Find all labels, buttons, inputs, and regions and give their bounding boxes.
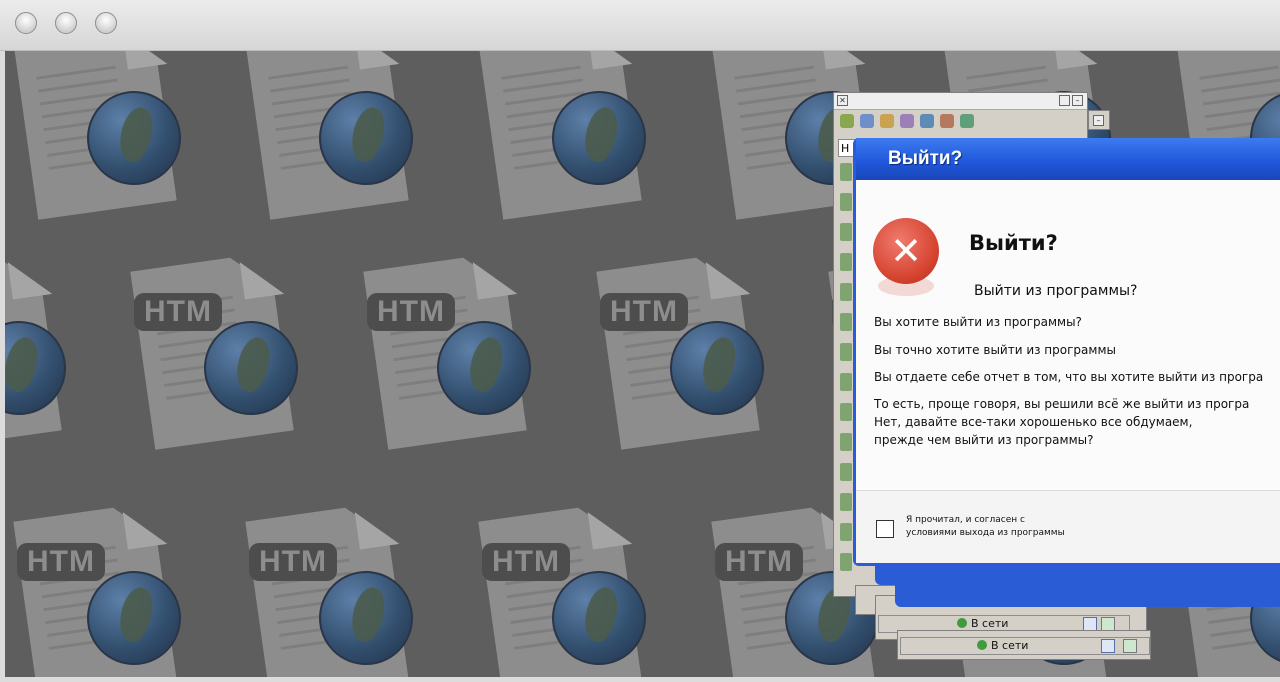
contact-list-toolbar — [834, 110, 1087, 132]
window-bottom-edge — [0, 677, 1280, 682]
page-fold — [706, 256, 751, 299]
globe-icon — [437, 321, 531, 415]
globe-icon — [87, 571, 181, 665]
dialog-line: Вы точно хотите выйти из программы — [874, 343, 1116, 357]
dialog-title: Выйти? — [888, 148, 963, 169]
contact-icon[interactable] — [840, 403, 852, 421]
page-fold — [240, 256, 285, 299]
htm-file-icon: HTM — [608, 261, 764, 446]
dialog-line: прежде чем выйти из программы? — [874, 433, 1094, 447]
htm-file-icon: HTM — [25, 511, 181, 677]
htm-file-icon — [25, 51, 181, 216]
page-fold — [355, 51, 400, 70]
globe-icon — [204, 321, 298, 415]
globe-icon — [319, 91, 413, 185]
contacts-icon[interactable] — [1101, 617, 1115, 631]
error-icon-reflection — [878, 276, 934, 296]
page-fold — [588, 51, 633, 70]
window-titlebar — [0, 0, 1280, 51]
page-fold — [821, 51, 866, 70]
htm-badge: HTM — [600, 293, 688, 331]
find-user-icon[interactable] — [940, 114, 954, 128]
calendar-icon[interactable] — [920, 114, 934, 128]
contact-list-titlebar: ✕ – — [834, 93, 1087, 110]
dialog-line: Вы отдаете себе отчет в том, что вы хоти… — [874, 370, 1264, 384]
dialog-heading: Выйти? — [969, 231, 1058, 255]
dialog-line: Нет, давайте все-таки хорошенько все обд… — [874, 415, 1193, 429]
agree-checkbox-label[interactable]: Я прочитал, и согласен с условиями выход… — [906, 514, 1065, 540]
minimize-window-button[interactable] — [55, 12, 77, 34]
htm-badge: HTM — [134, 293, 222, 331]
status-label: В сети — [991, 639, 1029, 652]
htm-badge: HTM — [482, 543, 570, 581]
status-label: В сети — [971, 617, 1009, 630]
contact-icon[interactable] — [840, 313, 852, 331]
status-button[interactable] — [1101, 639, 1115, 653]
files-icon[interactable] — [900, 114, 914, 128]
online-icon — [957, 618, 967, 628]
htm-file-icon: HTM — [257, 511, 413, 677]
contact-icon[interactable] — [840, 283, 852, 301]
contact-icon[interactable] — [840, 493, 852, 511]
status-row[interactable]: В сети — [900, 637, 1150, 655]
htm-file-icon — [257, 51, 413, 216]
close-window-button[interactable] — [15, 12, 37, 34]
zoom-window-button[interactable] — [95, 12, 117, 34]
close-icon[interactable]: ✕ — [837, 95, 848, 106]
agree-checkbox[interactable] — [876, 520, 894, 538]
minimize-icon[interactable]: – — [1072, 95, 1083, 106]
dialog-line: Вы хотите выйти из программы? — [874, 315, 1082, 329]
page-fold — [473, 256, 518, 299]
contact-icon[interactable] — [840, 433, 852, 451]
htm-file-icon: HTM — [375, 261, 531, 446]
status-button[interactable] — [1083, 617, 1097, 631]
page-fold — [123, 51, 168, 70]
minimize-icon[interactable]: – — [1093, 115, 1104, 126]
contact-icon[interactable] — [840, 223, 852, 241]
htm-file-icon: HTM — [142, 261, 298, 446]
contact-icon[interactable] — [840, 373, 852, 391]
page-fold — [355, 506, 400, 549]
htm-badge: HTM — [17, 543, 105, 581]
exit-dialog[interactable]: Выйти? ✕ Выйти? Выйти из программы? Вы х… — [853, 138, 1280, 566]
contact-icon[interactable] — [840, 163, 852, 181]
htm-file-icon — [490, 51, 646, 216]
dialog-titlebar: Выйти? — [856, 138, 1280, 180]
page-fold — [123, 506, 168, 549]
contact-icon[interactable] — [840, 343, 852, 361]
contact-icon[interactable] — [840, 523, 852, 541]
contact-icons-column — [840, 163, 854, 583]
page-fold — [8, 256, 53, 299]
globe-icon — [670, 321, 764, 415]
contacts-icon[interactable] — [840, 114, 854, 128]
htm-file-icon: HTM — [5, 261, 66, 446]
htm-badge: HTM — [249, 543, 337, 581]
restore-icon[interactable] — [1059, 95, 1070, 106]
contact-icon[interactable] — [840, 193, 852, 211]
contact-icon[interactable] — [840, 253, 852, 271]
contact-list-window-edge: – — [1088, 110, 1110, 130]
page-fold — [1053, 51, 1098, 70]
sound-icon[interactable] — [880, 114, 894, 128]
settings-icon[interactable] — [960, 114, 974, 128]
htm-badge: HTM — [367, 293, 455, 331]
globe-icon — [319, 571, 413, 665]
globe-icon — [552, 91, 646, 185]
globe-icon — [552, 571, 646, 665]
dialog-question: Выйти из программы? — [974, 283, 1138, 299]
dialog-line: То есть, проще говоря, вы решили всё же … — [874, 397, 1250, 411]
contact-icon[interactable] — [840, 553, 852, 571]
htm-file-icon: HTM — [490, 511, 646, 677]
history-icon[interactable] — [860, 114, 874, 128]
checkbox-label-line: Я прочитал, и согласен с — [906, 515, 1025, 525]
contacts-icon[interactable] — [1123, 639, 1137, 653]
htm-badge: HTM — [715, 543, 803, 581]
error-icon: ✕ — [873, 218, 939, 284]
globe-icon — [87, 91, 181, 185]
contact-icon[interactable] — [840, 463, 852, 481]
online-icon — [977, 640, 987, 650]
page-fold — [588, 506, 633, 549]
checkbox-label-line: условиями выхода из программы — [906, 528, 1065, 538]
